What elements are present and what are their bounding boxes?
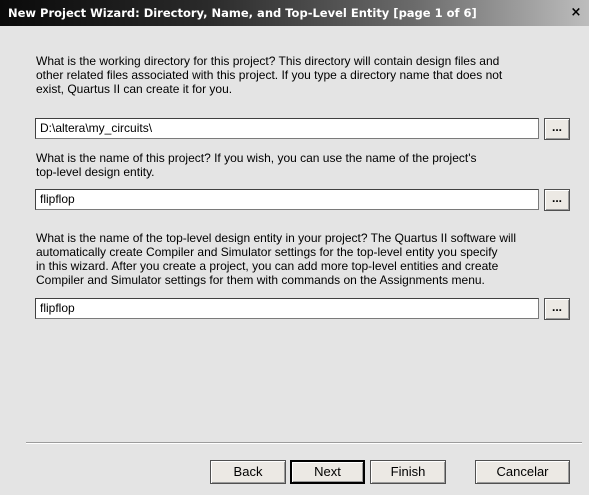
finish-button[interactable]: Finish bbox=[370, 460, 446, 484]
browse-directory-button[interactable]: ... bbox=[544, 118, 570, 140]
cancel-button[interactable]: Cancelar bbox=[475, 460, 570, 484]
new-project-wizard-window: New Project Wizard: Directory, Name, and… bbox=[0, 0, 589, 495]
browse-top-level-button[interactable]: ... bbox=[544, 298, 570, 320]
next-button[interactable]: Next bbox=[290, 460, 365, 484]
title-bar: New Project Wizard: Directory, Name, and… bbox=[0, 0, 589, 26]
directory-prompt: What is the working directory for this p… bbox=[36, 54, 503, 96]
top-level-prompt: What is the name of the top-level design… bbox=[36, 231, 517, 287]
project-name-input[interactable]: flipflop bbox=[35, 189, 539, 210]
project-name-prompt: What is the name of this project? If you… bbox=[36, 151, 477, 179]
browse-project-name-button[interactable]: ... bbox=[544, 189, 570, 211]
working-directory-input[interactable]: D:\altera\my_circuits\ bbox=[35, 118, 539, 139]
footer-divider bbox=[26, 442, 582, 444]
top-level-entity-input[interactable]: flipflop bbox=[35, 298, 539, 319]
wizard-content: What is the working directory for this p… bbox=[0, 26, 589, 495]
window-title: New Project Wizard: Directory, Name, and… bbox=[8, 6, 477, 20]
close-icon[interactable]: × bbox=[567, 4, 585, 22]
back-button[interactable]: Back bbox=[210, 460, 286, 484]
